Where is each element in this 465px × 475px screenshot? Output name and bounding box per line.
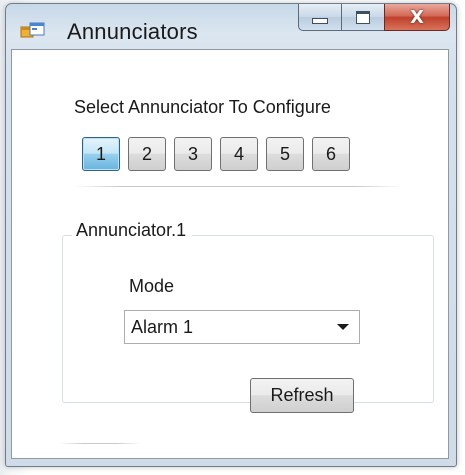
mode-dropdown-value: Alarm 1	[131, 316, 194, 337]
minimize-button[interactable]	[298, 4, 341, 31]
annunciator-2-button[interactable]: 2	[128, 137, 166, 171]
group-title: Annunciator.1	[72, 220, 193, 241]
maximize-button[interactable]	[341, 4, 384, 31]
close-icon: X	[410, 6, 424, 28]
maximize-icon	[356, 10, 370, 24]
close-button[interactable]: X	[384, 4, 450, 31]
caption-buttons: X	[298, 4, 450, 31]
annunciator-1-button[interactable]: 1	[82, 137, 120, 171]
mode-dropdown[interactable]: Alarm 1	[124, 310, 360, 344]
client-area: Select Annunciator To Configure 1 2 3 4 …	[11, 49, 449, 459]
select-annunciator-label: Select Annunciator To Configure	[74, 97, 331, 117]
annunciators-window: Annunciators X Select Annunciator To Con…	[5, 3, 457, 467]
bottom-divider	[58, 443, 142, 444]
desktop-background: Annunciators X Select Annunciator To Con…	[0, 0, 465, 475]
mode-label: Mode	[129, 276, 175, 296]
form-window-icon[interactable]	[20, 21, 46, 43]
annunciator-5-button[interactable]: 5	[266, 137, 304, 171]
annunciator-button-row: 1 2 3 4 5 6	[82, 137, 350, 171]
title-bar[interactable]: Annunciators X	[6, 4, 456, 49]
minimize-icon	[312, 18, 328, 24]
window-title: Annunciators	[67, 19, 198, 44]
button-row-divider	[74, 186, 402, 187]
annunciator-3-button[interactable]: 3	[174, 137, 212, 171]
annunciator-4-button[interactable]: 4	[220, 137, 258, 171]
refresh-button[interactable]: Refresh	[250, 378, 354, 413]
chevron-down-icon[interactable]	[337, 324, 349, 330]
annunciator-6-button[interactable]: 6	[312, 137, 350, 171]
